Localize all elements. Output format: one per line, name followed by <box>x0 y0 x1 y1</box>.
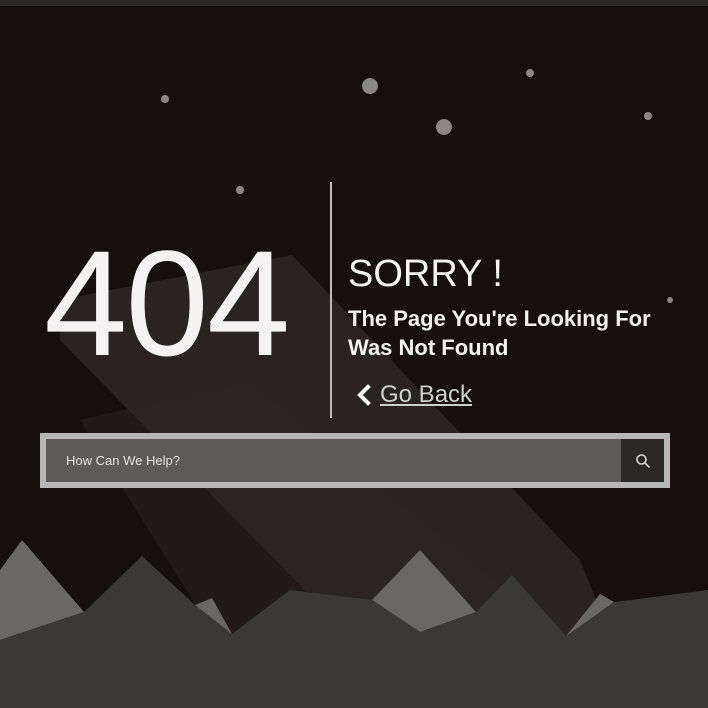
divider <box>330 182 332 418</box>
error-headline: SORRY ! <box>348 253 503 295</box>
star <box>436 119 452 135</box>
search-button[interactable] <box>621 439 664 482</box>
error-message: The Page You're Looking For Was Not Foun… <box>348 306 651 360</box>
error-code: 404 <box>44 219 290 387</box>
chevron-left-icon <box>357 384 371 406</box>
star <box>667 297 673 303</box>
star <box>161 95 169 103</box>
go-back-label: Go Back <box>380 381 473 408</box>
star <box>526 69 534 77</box>
search-input[interactable] <box>46 439 621 482</box>
search-icon <box>635 453 650 468</box>
star <box>236 186 244 194</box>
star <box>644 112 652 120</box>
error-page: 404 SORRY ! The Page You're Looking For … <box>0 0 708 708</box>
star <box>362 78 378 94</box>
go-back-link[interactable]: Go Back <box>356 380 472 410</box>
search-bar <box>40 433 670 488</box>
